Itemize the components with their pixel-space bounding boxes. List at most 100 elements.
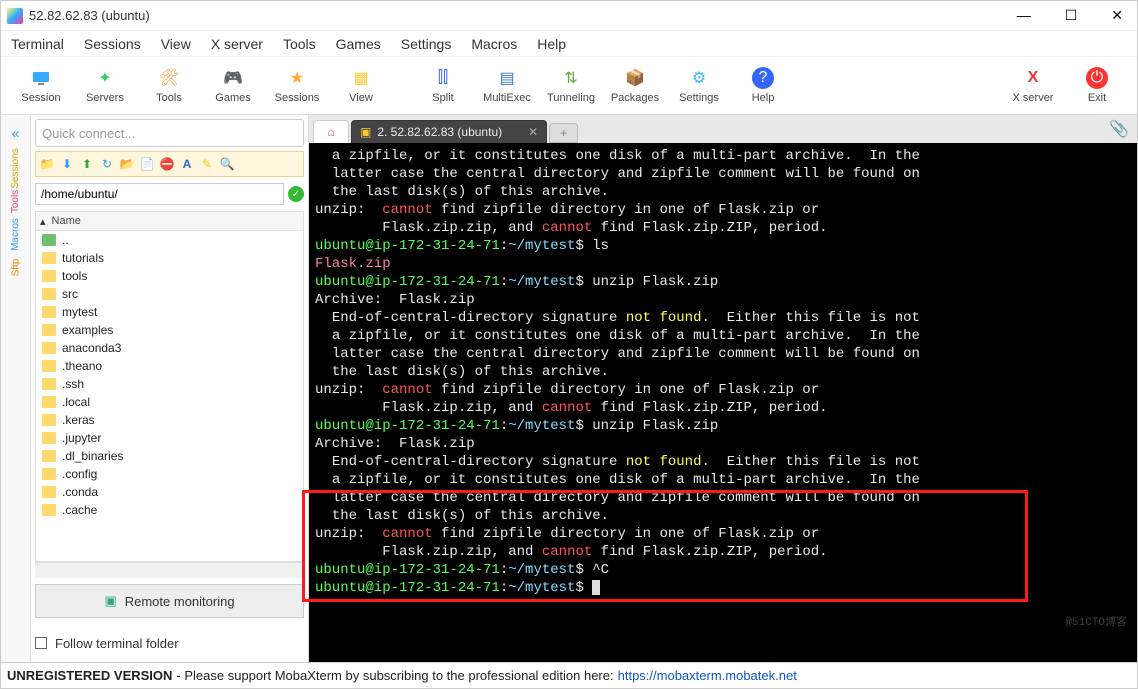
menu-view[interactable]: View xyxy=(161,36,191,52)
sftp-text-icon[interactable]: A xyxy=(180,157,194,171)
tab-home[interactable]: ⌂ xyxy=(313,120,349,143)
attach-icon[interactable]: 📎 xyxy=(1105,115,1133,143)
statusbar: UNREGISTERED VERSION - Please support Mo… xyxy=(1,662,1137,688)
terminal[interactable]: a zipfile, or it constitutes one disk of… xyxy=(309,143,1137,662)
folder-icon xyxy=(42,468,56,480)
file-row[interactable]: .jupyter xyxy=(36,429,303,447)
tb-session[interactable]: Session xyxy=(9,67,73,104)
file-row[interactable]: anaconda3 xyxy=(36,339,303,357)
file-row[interactable]: tutorials xyxy=(36,249,303,267)
file-row[interactable]: .dl_binaries xyxy=(36,447,303,465)
tb-games[interactable]: 🎮Games xyxy=(201,67,265,104)
sftp-newfolder-icon[interactable]: 📂 xyxy=(120,157,134,171)
tb-settings[interactable]: ⚙Settings xyxy=(667,67,731,104)
sidetab-macros[interactable]: Macros xyxy=(10,218,21,251)
file-row[interactable]: .ssh xyxy=(36,375,303,393)
file-row[interactable]: .conda xyxy=(36,483,303,501)
file-row[interactable]: src xyxy=(36,285,303,303)
tb-split[interactable]: ⫿⫿Split xyxy=(411,67,475,104)
checkbox-icon xyxy=(35,637,47,649)
terminal-icon: ▣ xyxy=(360,125,371,139)
quick-connect-input[interactable]: Quick connect... xyxy=(35,119,304,147)
menubar: Terminal Sessions View X server Tools Ga… xyxy=(1,31,1137,57)
folder-icon xyxy=(42,450,56,462)
file-list-header[interactable]: ▴Name xyxy=(35,211,304,231)
status-link[interactable]: https://mobaxterm.mobatek.net xyxy=(618,668,797,683)
sidetab-sessions[interactable]: Sessions xyxy=(10,148,21,189)
menu-help[interactable]: Help xyxy=(537,36,566,52)
tb-multiexec[interactable]: ▤MultiExec xyxy=(475,67,539,104)
sftp-edit-icon[interactable]: ✎ xyxy=(200,157,214,171)
menu-xserver[interactable]: X server xyxy=(211,36,263,52)
folder-icon xyxy=(42,414,56,426)
sidetab-tools[interactable]: Tools xyxy=(10,190,21,213)
tb-tunneling[interactable]: ⇅Tunneling xyxy=(539,67,603,104)
file-row[interactable]: .config xyxy=(36,465,303,483)
menu-tools[interactable]: Tools xyxy=(283,36,316,52)
folder-icon xyxy=(42,396,56,408)
close-button[interactable]: ✕ xyxy=(1103,3,1131,28)
tb-tools[interactable]: 🛠Tools xyxy=(137,67,201,104)
tab-add[interactable]: + xyxy=(549,123,578,143)
tb-sessions[interactable]: ★Sessions xyxy=(265,67,329,104)
tb-view[interactable]: ▦View xyxy=(329,67,393,104)
tb-xserver[interactable]: XX server xyxy=(1001,67,1065,104)
file-list-hscroll[interactable] xyxy=(35,562,304,578)
maximize-button[interactable]: ☐ xyxy=(1057,3,1086,28)
window-title: 52.82.62.83 (ubuntu) xyxy=(29,8,150,23)
sftp-folder-icon[interactable]: 📁 xyxy=(40,157,54,171)
minimize-button[interactable]: — xyxy=(1009,3,1039,28)
plus-icon: + xyxy=(560,126,567,140)
sftp-download-icon[interactable]: ⬇ xyxy=(60,157,74,171)
watermark: @51CTO博客 xyxy=(1065,614,1127,632)
file-row[interactable]: examples xyxy=(36,321,303,339)
tb-servers[interactable]: ✦Servers xyxy=(73,67,137,104)
file-list: .. tutorials tools src mytest examples a… xyxy=(35,231,304,562)
sftp-refresh-icon[interactable]: ↻ xyxy=(100,157,114,171)
tab-close-icon[interactable]: ✕ xyxy=(528,125,538,139)
sftp-delete-icon[interactable]: ⛔ xyxy=(160,157,174,171)
file-row[interactable]: tools xyxy=(36,267,303,285)
folder-icon xyxy=(42,324,56,336)
titlebar: 52.82.62.83 (ubuntu) — ☐ ✕ xyxy=(1,1,1137,31)
file-row[interactable]: .cache xyxy=(36,501,303,519)
file-row[interactable]: .local xyxy=(36,393,303,411)
path-ok-icon: ✓ xyxy=(288,186,304,202)
folder-icon xyxy=(42,306,56,318)
tab-bar: ⌂ ▣2. 52.82.62.83 (ubuntu)✕ + 📎 xyxy=(309,115,1137,143)
toolbar: Session ✦Servers 🛠Tools 🎮Games ★Sessions… xyxy=(1,57,1137,115)
menu-sessions[interactable]: Sessions xyxy=(84,36,141,52)
folder-icon xyxy=(42,252,56,264)
menu-settings[interactable]: Settings xyxy=(401,36,452,52)
left-panel: Quick connect... 📁 ⬇ ⬆ ↻ 📂 📄 ⛔ A ✎ 🔍 ✓ ▴… xyxy=(31,115,309,662)
tb-exit[interactable]: ⏻Exit xyxy=(1065,67,1129,104)
sftp-upload-icon[interactable]: ⬆ xyxy=(80,157,94,171)
tb-packages[interactable]: 📦Packages xyxy=(603,67,667,104)
status-unregistered: UNREGISTERED VERSION xyxy=(7,668,172,683)
status-text: - Please support MobaXterm by subscribin… xyxy=(176,668,613,683)
tb-help[interactable]: ?Help xyxy=(731,67,795,104)
folder-icon xyxy=(42,288,56,300)
menu-macros[interactable]: Macros xyxy=(471,36,517,52)
folder-icon xyxy=(42,360,56,372)
remote-monitoring-button[interactable]: ▣Remote monitoring xyxy=(35,584,304,618)
home-icon: ⌂ xyxy=(327,125,334,139)
collapse-icon[interactable]: « xyxy=(12,125,20,141)
folder-icon xyxy=(42,504,56,516)
file-row-up[interactable]: .. xyxy=(36,231,303,249)
sidetab-sftp[interactable]: Sftp xyxy=(10,259,21,277)
cursor xyxy=(592,580,600,595)
menu-games[interactable]: Games xyxy=(336,36,381,52)
file-row[interactable]: .theano xyxy=(36,357,303,375)
follow-terminal-checkbox[interactable]: Follow terminal folder xyxy=(35,628,304,658)
menu-terminal[interactable]: Terminal xyxy=(11,36,64,52)
sftp-search-icon[interactable]: 🔍 xyxy=(220,157,234,171)
folder-icon xyxy=(42,378,56,390)
file-row[interactable]: mytest xyxy=(36,303,303,321)
file-row[interactable]: .keras xyxy=(36,411,303,429)
path-input[interactable] xyxy=(35,183,284,205)
tab-session[interactable]: ▣2. 52.82.62.83 (ubuntu)✕ xyxy=(351,120,547,143)
sftp-newfile-icon[interactable]: 📄 xyxy=(140,157,154,171)
side-tabs: « Sessions Tools Macros Sftp xyxy=(1,115,31,662)
app-logo-icon xyxy=(7,8,23,24)
